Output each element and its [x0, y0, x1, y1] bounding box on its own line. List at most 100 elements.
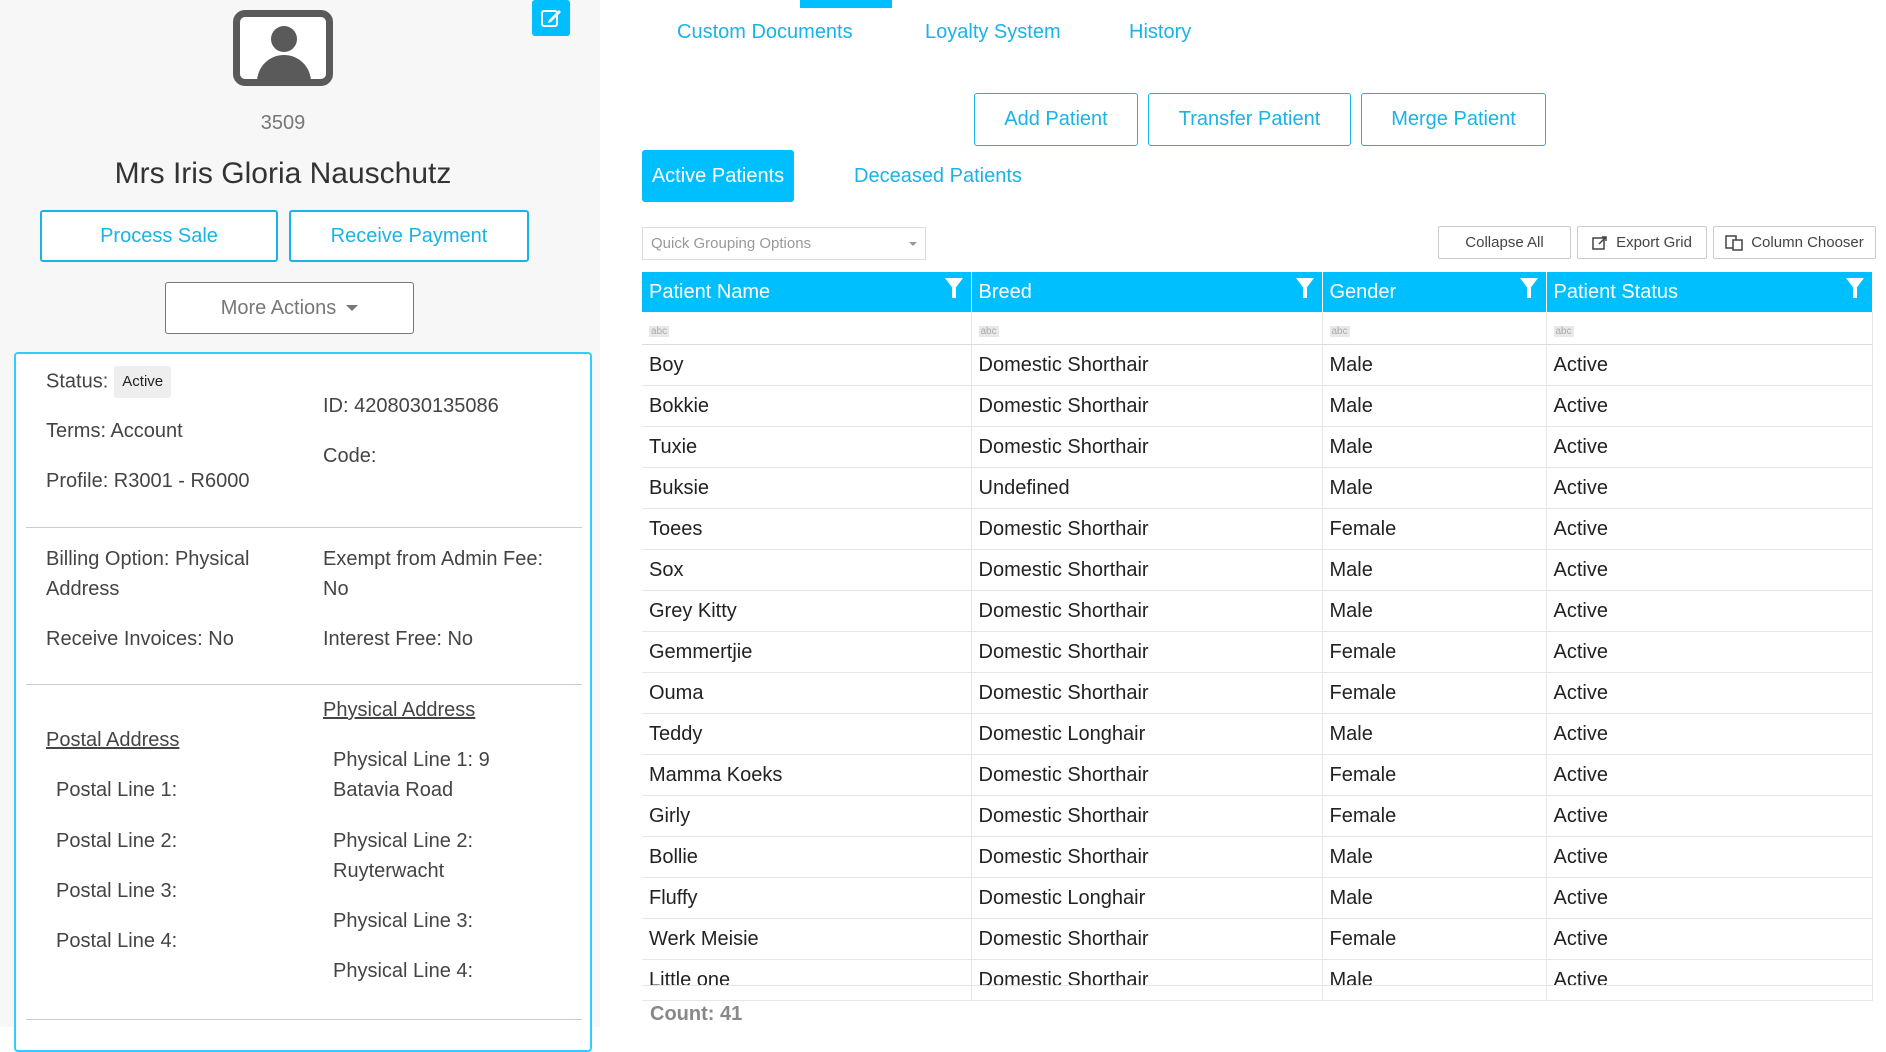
- cell-breed: Domestic Shorthair: [971, 959, 1323, 1001]
- process-sale-button[interactable]: Process Sale: [40, 210, 278, 262]
- chevron-down-icon: [909, 241, 917, 246]
- table-row[interactable]: Sox Domestic Shorthair Male Active: [642, 549, 1873, 591]
- column-header-breed[interactable]: Breed: [971, 272, 1323, 312]
- physical-address-heading: Physical Address: [323, 699, 476, 721]
- filter-icon[interactable]: [944, 278, 963, 298]
- client-number: 3509: [260, 112, 306, 134]
- cell-patient-name: Sox: [642, 549, 972, 591]
- cell-patient-status: Active: [1546, 795, 1873, 837]
- cell-gender: Female: [1322, 754, 1547, 796]
- cell-patient-name: Bollie: [642, 836, 972, 878]
- cell-breed: Domestic Shorthair: [971, 672, 1323, 714]
- cell-breed: Domestic Shorthair: [971, 754, 1323, 796]
- cell-gender: Male: [1322, 836, 1547, 878]
- grid-footer-divider: [642, 985, 1872, 986]
- cell-patient-name: Buksie: [642, 467, 972, 509]
- table-row[interactable]: Buksie Undefined Male Active: [642, 467, 1873, 509]
- billing-option: Billing Option: Physical Address: [46, 548, 250, 600]
- cell-patient-name: Gemmertjie: [642, 631, 972, 673]
- column-header-gender[interactable]: Gender: [1322, 272, 1547, 312]
- transfer-patient-button[interactable]: Transfer Patient: [1148, 93, 1351, 146]
- tab-active-patients[interactable]: Active Patients: [642, 150, 794, 202]
- tab-history[interactable]: History: [1129, 21, 1191, 44]
- cell-gender: Male: [1322, 590, 1547, 632]
- table-row[interactable]: Tuxie Domestic Shorthair Male Active: [642, 426, 1873, 468]
- column-header-patient-status[interactable]: Patient Status: [1546, 272, 1873, 312]
- active-tab-indicator: [800, 0, 892, 8]
- table-row[interactable]: Bollie Domestic Shorthair Male Active: [642, 836, 1873, 878]
- cell-patient-status: Active: [1546, 508, 1873, 550]
- cell-patient-status: Active: [1546, 836, 1873, 878]
- cell-patient-status: Active: [1546, 672, 1873, 714]
- filter-cell-patient-status[interactable]: abc: [1546, 312, 1873, 345]
- cell-gender: Female: [1322, 672, 1547, 714]
- filter-cell-gender[interactable]: abc: [1322, 312, 1547, 345]
- tab-deceased-patients[interactable]: Deceased Patients: [854, 165, 1022, 188]
- cell-breed: Domestic Shorthair: [971, 344, 1323, 386]
- cell-breed: Domestic Shorthair: [971, 836, 1323, 878]
- column-header-patient-name[interactable]: Patient Name: [642, 272, 972, 312]
- table-row[interactable]: Grey Kitty Domestic Shorthair Male Active: [642, 590, 1873, 632]
- cell-patient-status: Active: [1546, 590, 1873, 632]
- filter-cell-breed[interactable]: abc: [971, 312, 1323, 345]
- receive-payment-button[interactable]: Receive Payment: [289, 210, 529, 262]
- divider: [26, 1019, 582, 1020]
- table-row[interactable]: Gemmertjie Domestic Shorthair Female Active: [642, 631, 1873, 673]
- table-row[interactable]: Fluffy Domestic Longhair Male Active: [642, 877, 1873, 919]
- table-row[interactable]: Mamma Koeks Domestic Shorthair Female Activ…: [642, 754, 1873, 796]
- cell-patient-status: Active: [1546, 918, 1873, 960]
- column-chooser-button[interactable]: Column Chooser: [1713, 226, 1876, 259]
- cell-gender: Male: [1322, 713, 1547, 755]
- quick-grouping-select[interactable]: Quick Grouping Options: [642, 227, 926, 260]
- postal-address-heading: Postal Address: [46, 729, 180, 751]
- more-actions-button[interactable]: More Actions: [165, 282, 414, 334]
- tab-custom-documents[interactable]: Custom Documents: [677, 21, 853, 44]
- filter-icon[interactable]: [1845, 278, 1864, 298]
- export-grid-button[interactable]: Export Grid: [1577, 226, 1707, 259]
- column-chooser-icon: [1725, 234, 1743, 251]
- postal-line-2: Postal Line 2:: [56, 830, 178, 852]
- filter-cell-patient-name[interactable]: abc: [642, 312, 972, 345]
- merge-patient-button[interactable]: Merge Patient: [1361, 93, 1546, 146]
- table-row[interactable]: Teddy Domestic Longhair Male Active: [642, 713, 1873, 755]
- postal-line-1: Postal Line 1:: [56, 779, 178, 801]
- profile: Profile: R3001 - R6000: [46, 470, 250, 492]
- table-row[interactable]: Boy Domestic Shorthair Male Active: [642, 344, 1873, 386]
- filter-icon[interactable]: [1519, 278, 1538, 298]
- export-grid-label: Export Grid: [1616, 234, 1692, 251]
- client-id-number: ID: 4208030135086: [323, 395, 499, 417]
- receive-invoices: Receive Invoices: No: [46, 628, 234, 650]
- status-label: Status:: [46, 370, 109, 393]
- cell-patient-name: Grey Kitty: [642, 590, 972, 632]
- edit-client-button[interactable]: [532, 0, 570, 36]
- postal-line-4: Postal Line 4:: [56, 930, 178, 952]
- table-row[interactable]: Little one Domestic Shorthair Male Active: [642, 959, 1873, 1001]
- export-icon: [1592, 235, 1607, 250]
- physical-line-3: Physical Line 3:: [333, 910, 474, 932]
- table-row[interactable]: Girly Domestic Shorthair Female Active: [642, 795, 1873, 837]
- interest-free: Interest Free: No: [323, 628, 474, 650]
- cell-gender: Female: [1322, 508, 1547, 550]
- add-patient-button[interactable]: Add Patient: [974, 93, 1138, 146]
- cell-gender: Male: [1322, 549, 1547, 591]
- cell-patient-name: Mamma Koeks: [642, 754, 972, 796]
- exempt-admin-fee: Exempt from Admin Fee: No: [323, 548, 544, 600]
- filter-icon[interactable]: [1295, 278, 1314, 298]
- cell-patient-status: Active: [1546, 426, 1873, 468]
- cell-patient-name: Teddy: [642, 713, 972, 755]
- cell-breed: Domestic Longhair: [971, 713, 1323, 755]
- table-row[interactable]: Bokkie Domestic Shorthair Male Active: [642, 385, 1873, 427]
- table-row[interactable]: Werk Meisie Domestic Shorthair Female Activ…: [642, 918, 1873, 960]
- tab-loyalty-system[interactable]: Loyalty System: [925, 21, 1061, 44]
- cell-gender: Female: [1322, 918, 1547, 960]
- divider: [26, 684, 582, 685]
- cell-patient-status: Active: [1546, 385, 1873, 427]
- table-row[interactable]: Toees Domestic Shorthair Female Active: [642, 508, 1873, 550]
- cell-gender: Male: [1322, 467, 1547, 509]
- collapse-all-button[interactable]: Collapse All: [1438, 226, 1571, 259]
- physical-line-1: Physical Line 1: 9 Batavia Road: [333, 749, 490, 801]
- cell-patient-name: Tuxie: [642, 426, 972, 468]
- cell-gender: Male: [1322, 344, 1547, 386]
- client-name: Mrs Iris Gloria Nauschutz: [114, 157, 452, 190]
- table-row[interactable]: Ouma Domestic Shorthair Female Active: [642, 672, 1873, 714]
